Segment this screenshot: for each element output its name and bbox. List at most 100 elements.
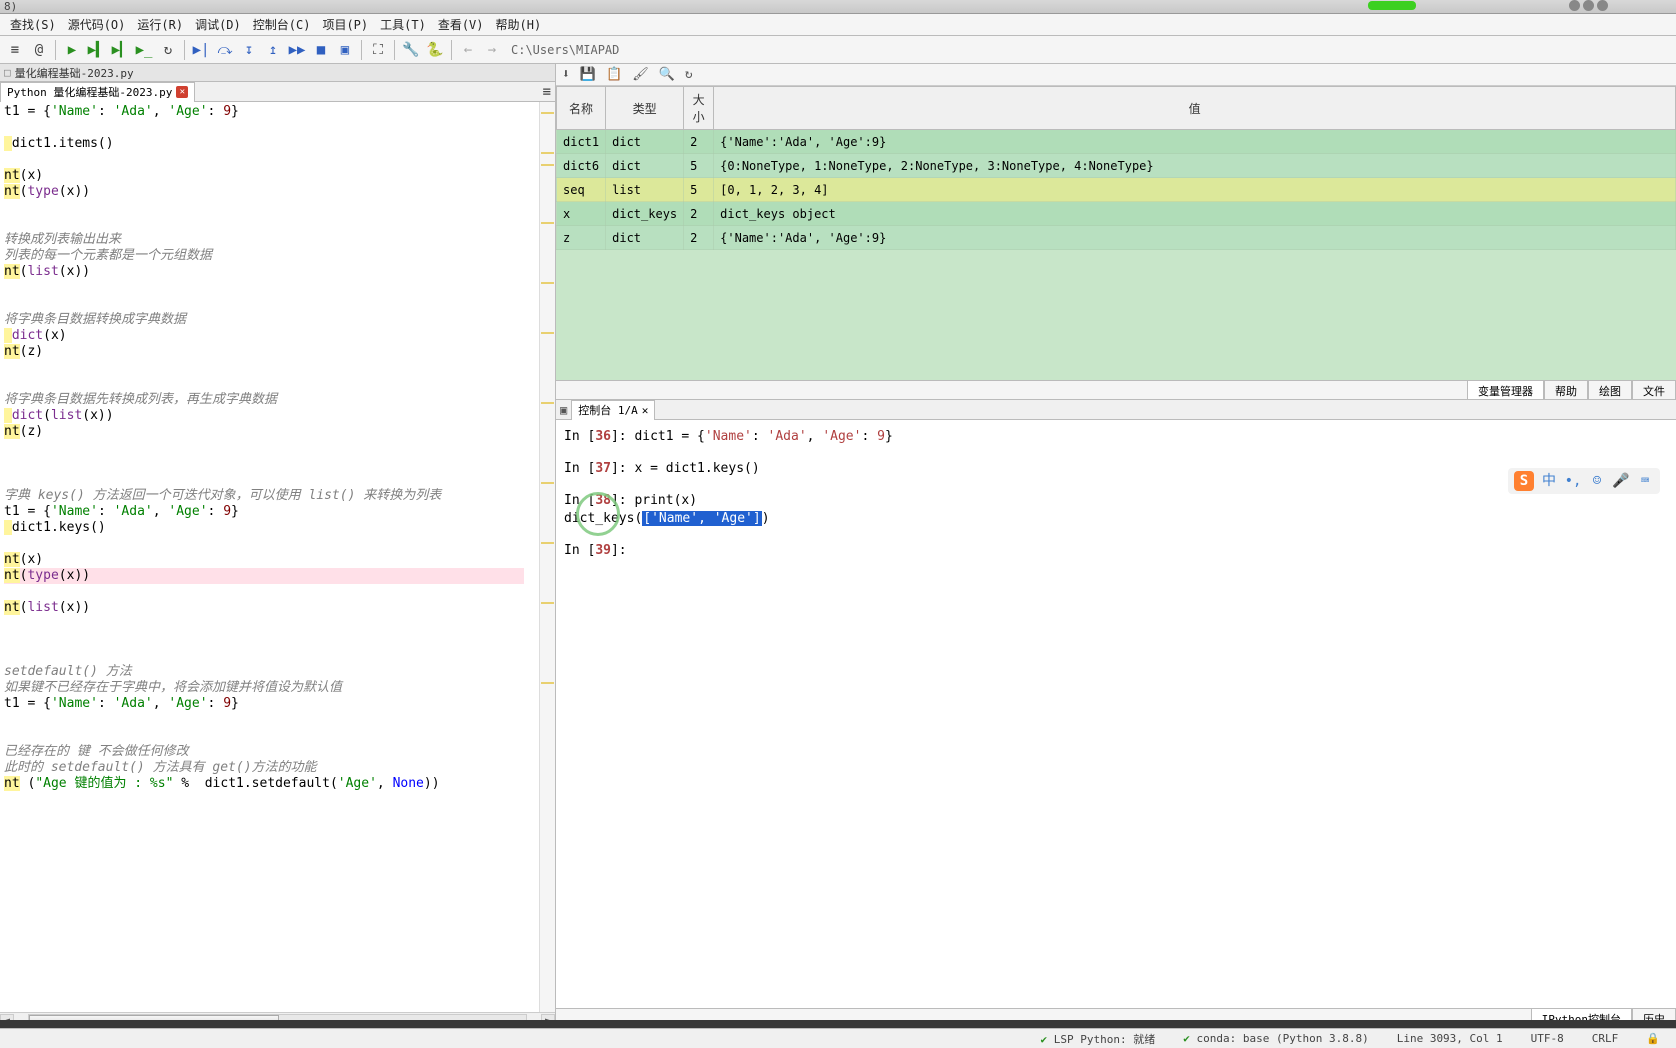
menu-bar: 查找(S) 源代码(O) 运行(R) 调试(D) 控制台(C) 项目(P) 工具… bbox=[0, 14, 1676, 36]
python-path-icon[interactable]: 🐍 bbox=[424, 39, 446, 61]
run-selection-icon[interactable]: ▶̲ bbox=[133, 39, 155, 61]
var-row[interactable]: seqlist5[0, 1, 2, 3, 4] bbox=[557, 178, 1676, 202]
minimap[interactable] bbox=[539, 102, 555, 1012]
var-size: 2 bbox=[684, 202, 714, 226]
at-icon[interactable]: @ bbox=[28, 39, 50, 61]
nav-back-icon[interactable]: ← bbox=[457, 39, 479, 61]
menu-tools[interactable]: 工具(T) bbox=[374, 14, 432, 35]
menu-debug[interactable]: 调试(D) bbox=[189, 14, 247, 35]
var-header-size[interactable]: 大小 bbox=[684, 87, 714, 130]
var-header-row: 名称 类型 大小 值 bbox=[557, 87, 1676, 130]
var-row[interactable]: xdict_keys2dict_keys object bbox=[557, 202, 1676, 226]
run-cell-icon[interactable]: ▶▍ bbox=[85, 39, 107, 61]
close-tab-icon[interactable]: ✕ bbox=[176, 86, 188, 98]
tab-files[interactable]: 文件 bbox=[1632, 380, 1676, 399]
menu-console[interactable]: 控制台(C) bbox=[247, 14, 317, 35]
var-value: dict_keys object bbox=[714, 202, 1676, 226]
status-conda[interactable]: ✔ conda: base (Python 3.8.8) bbox=[1177, 1032, 1374, 1045]
right-pane-tabs: 变量管理器 帮助 绘图 文件 bbox=[556, 380, 1676, 400]
console-tab-active[interactable]: 控制台 1/A ✕ bbox=[571, 400, 655, 420]
sogou-logo-icon[interactable]: S bbox=[1514, 471, 1534, 491]
console-line-39[interactable]: In [39]: bbox=[564, 542, 1668, 560]
var-size: 5 bbox=[684, 178, 714, 202]
editor-tab-active[interactable]: Python 量化编程基础-2023.py ✕ bbox=[0, 82, 195, 102]
editor-options-icon[interactable]: ≡ bbox=[543, 84, 551, 100]
menu-project[interactable]: 项目(P) bbox=[316, 14, 374, 35]
menu-help[interactable]: 帮助(H) bbox=[490, 14, 548, 35]
maximize-pane-icon[interactable]: ⛶ bbox=[367, 39, 389, 61]
step-over-icon[interactable]: ⤼ bbox=[214, 39, 236, 61]
refresh-var-icon[interactable]: ↻ bbox=[685, 67, 693, 82]
ime-toolbar[interactable]: S 中 •, ☺ 🎤 ⌨ bbox=[1508, 468, 1660, 494]
ipython-console[interactable]: In [36]: dict1 = {'Name': 'Ada', 'Age': … bbox=[556, 420, 1676, 1008]
status-lsp[interactable]: ✔ LSP Python: 就绪 bbox=[1035, 1031, 1162, 1047]
separator bbox=[184, 40, 185, 60]
main-toolbar: ≡ @ ▶ ▶▍ ▶▎ ▶̲ ↻ ▶| ⤼ ↧ ↥ ▶▶ ■ ▣ ⛶ 🔧 🐍 ←… bbox=[0, 36, 1676, 64]
right-pane: ⬇ 💾 📋 🖌 🔍 ↻ 名称 类型 大小 值 dict1dict2{'Name'… bbox=[556, 64, 1676, 1028]
ime-punct-icon[interactable]: •, bbox=[1564, 472, 1582, 490]
var-header-value[interactable]: 值 bbox=[714, 87, 1676, 130]
var-row[interactable]: zdict2{'Name':'Ada', 'Age':9} bbox=[557, 226, 1676, 250]
console-tabs: ▣ 控制台 1/A ✕ bbox=[556, 400, 1676, 420]
console-home-icon[interactable]: ▣ bbox=[560, 403, 567, 417]
var-value: [0, 1, 2, 3, 4] bbox=[714, 178, 1676, 202]
separator bbox=[55, 40, 56, 60]
status-encoding[interactable]: UTF-8 bbox=[1525, 1032, 1570, 1045]
var-row[interactable]: dict1dict2{'Name':'Ada', 'Age':9} bbox=[557, 130, 1676, 154]
var-type: dict bbox=[606, 154, 684, 178]
var-name: dict1 bbox=[557, 130, 606, 154]
maximize-icon[interactable] bbox=[1583, 0, 1594, 11]
status-eol[interactable]: CRLF bbox=[1586, 1032, 1625, 1045]
step-into-icon[interactable]: ↧ bbox=[238, 39, 260, 61]
close-console-icon[interactable]: ✕ bbox=[642, 404, 649, 417]
debug-file-icon[interactable]: ▣ bbox=[334, 39, 356, 61]
run-icon[interactable]: ▶ bbox=[61, 39, 83, 61]
window-controls[interactable] bbox=[1569, 0, 1608, 11]
save-as-icon[interactable]: 📋 bbox=[606, 67, 622, 82]
tab-help[interactable]: 帮助 bbox=[1544, 380, 1588, 399]
selected-text: ['Name', 'Age'] bbox=[642, 511, 761, 526]
status-lock-icon[interactable]: 🔒 bbox=[1640, 1032, 1666, 1045]
ime-keyboard-icon[interactable]: ⌨ bbox=[1636, 472, 1654, 490]
menu-run[interactable]: 运行(R) bbox=[131, 14, 189, 35]
rerun-icon[interactable]: ↻ bbox=[157, 39, 179, 61]
ime-voice-icon[interactable]: 🎤 bbox=[1612, 472, 1630, 490]
tab-variable-explorer[interactable]: 变量管理器 bbox=[1467, 380, 1544, 399]
tab-plots[interactable]: 绘图 bbox=[1588, 380, 1632, 399]
var-row[interactable]: dict6dict5{0:NoneType, 1:NoneType, 2:Non… bbox=[557, 154, 1676, 178]
debug-run-icon[interactable]: ▶| bbox=[190, 39, 212, 61]
var-header-name[interactable]: 名称 bbox=[557, 87, 606, 130]
console-line-37: In [37]: x = dict1.keys() bbox=[564, 460, 1668, 478]
close-icon[interactable] bbox=[1597, 0, 1608, 11]
run-cell-advance-icon[interactable]: ▶▎ bbox=[109, 39, 131, 61]
menu-source[interactable]: 源代码(O) bbox=[62, 14, 132, 35]
editor-tab-label: Python 量化编程基础-2023.py bbox=[7, 84, 172, 100]
ime-emoji-icon[interactable]: ☺ bbox=[1588, 472, 1606, 490]
var-size: 5 bbox=[684, 154, 714, 178]
var-name: seq bbox=[557, 178, 606, 202]
menu-find[interactable]: 查找(S) bbox=[4, 14, 62, 35]
file-path: 量化编程基础-2023.py bbox=[15, 65, 134, 81]
var-size: 2 bbox=[684, 130, 714, 154]
working-dir[interactable]: C:\Users\MIAPAD bbox=[505, 43, 1672, 57]
stop-debug-icon[interactable]: ■ bbox=[310, 39, 332, 61]
remove-icon[interactable]: 🖌 bbox=[632, 67, 649, 82]
minimize-icon[interactable] bbox=[1569, 0, 1580, 11]
variable-explorer[interactable]: 名称 类型 大小 值 dict1dict2{'Name':'Ada', 'Age… bbox=[556, 86, 1676, 380]
nav-forward-icon[interactable]: → bbox=[481, 39, 503, 61]
var-header-type[interactable]: 类型 bbox=[606, 87, 684, 130]
editor-pane: □ 量化编程基础-2023.py Python 量化编程基础-2023.py ✕… bbox=[0, 64, 556, 1028]
save-data-icon[interactable]: 💾 bbox=[580, 67, 596, 82]
var-size: 2 bbox=[684, 226, 714, 250]
outline-icon[interactable]: ≡ bbox=[4, 39, 26, 61]
preferences-icon[interactable]: 🔧 bbox=[400, 39, 422, 61]
code-editor[interactable]: t1 = {'Name': 'Ada', 'Age': 9} dict1.ite… bbox=[0, 102, 555, 1012]
import-data-icon[interactable]: ⬇ bbox=[562, 67, 570, 82]
search-var-icon[interactable]: 🔍 bbox=[659, 67, 675, 82]
title-text: 8) bbox=[4, 0, 17, 13]
continue-icon[interactable]: ▶▶ bbox=[286, 39, 308, 61]
ime-lang-icon[interactable]: 中 bbox=[1540, 472, 1558, 490]
var-value: {'Name':'Ada', 'Age':9} bbox=[714, 130, 1676, 154]
menu-view[interactable]: 查看(V) bbox=[432, 14, 490, 35]
step-out-icon[interactable]: ↥ bbox=[262, 39, 284, 61]
